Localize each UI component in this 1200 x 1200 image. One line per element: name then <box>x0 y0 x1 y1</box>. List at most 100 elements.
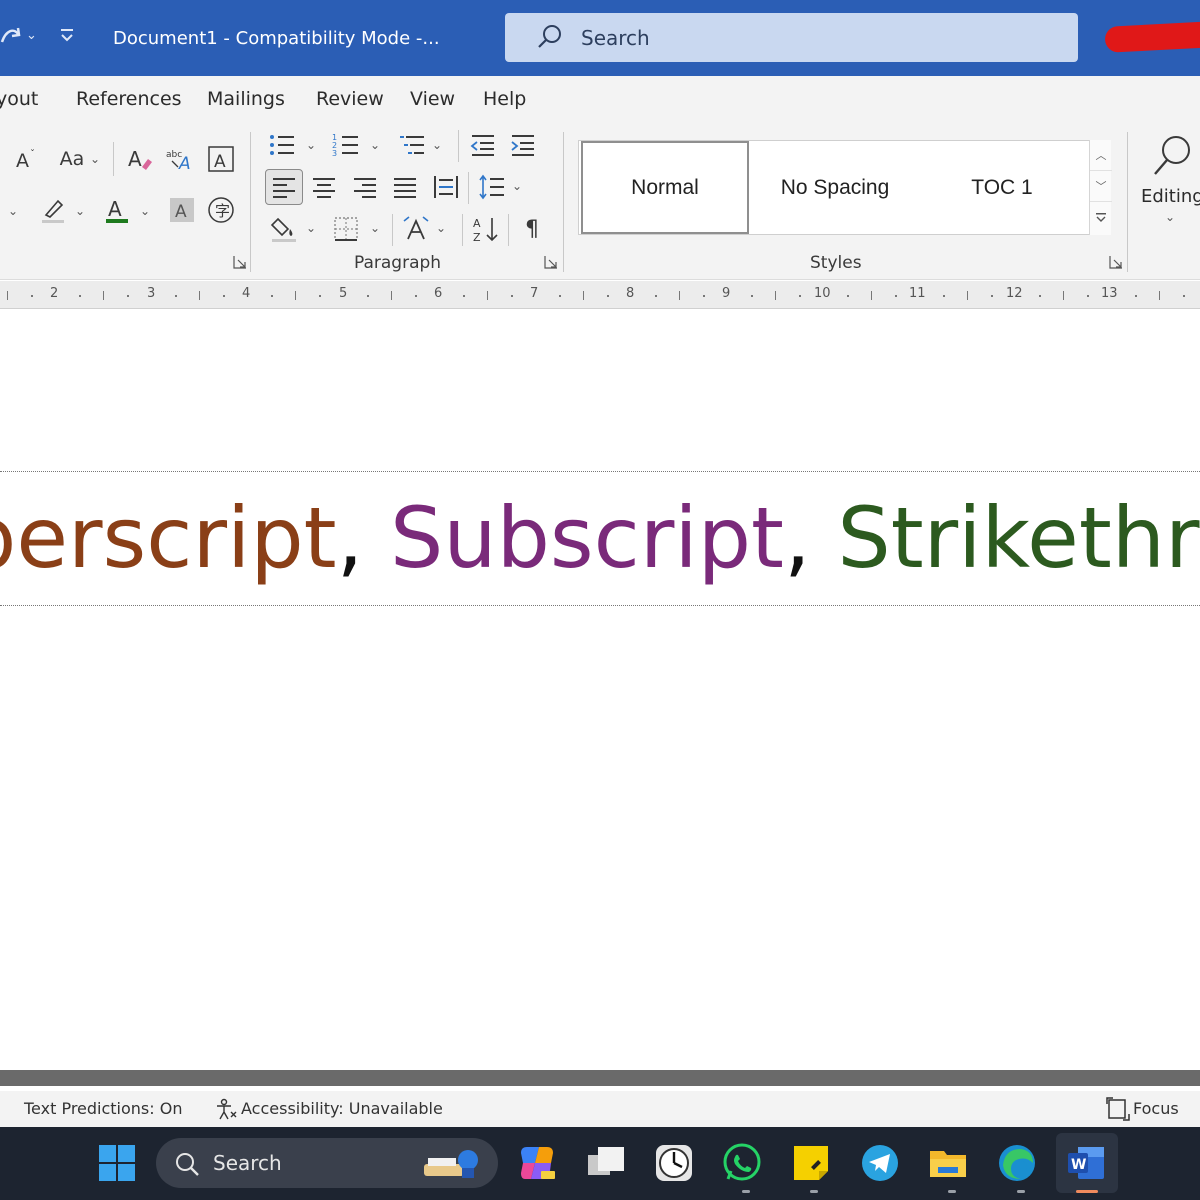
sticky-notes-icon[interactable] <box>791 1143 831 1183</box>
ruler-number: 4 <box>242 286 251 301</box>
document-page[interactable]: perscript, Subscript, Strikethro <box>0 318 1200 1070</box>
search-highlight-icon <box>418 1144 482 1188</box>
decrease-indent-icon[interactable] <box>466 130 498 160</box>
sort-icon[interactable]: AZ <box>470 213 502 245</box>
redo-icon[interactable] <box>0 22 22 55</box>
chevron-down-icon[interactable]: ⌄ <box>90 152 100 166</box>
chevron-down-icon[interactable]: ⌄ <box>306 138 316 152</box>
ruler-tick <box>199 291 200 300</box>
start-icon[interactable] <box>97 1143 137 1183</box>
text-effects-icon[interactable]: abc A <box>164 144 196 174</box>
asian-layout-icon[interactable] <box>400 213 432 245</box>
shrink-font-icon[interactable]: Aˇ <box>12 144 42 174</box>
ruler-tick <box>487 291 488 300</box>
borders-icon[interactable] <box>330 213 362 245</box>
tab-references[interactable]: References <box>76 86 182 112</box>
chevron-down-icon[interactable]: ﹀ <box>1090 171 1112 202</box>
distributed-icon[interactable] <box>430 171 462 203</box>
ruler-number: 8 <box>626 286 635 301</box>
paragraph-dialog-launcher-icon[interactable] <box>544 254 558 269</box>
chevron-down-icon[interactable]: ⌄ <box>512 179 522 193</box>
horizontal-scrollbar[interactable] <box>0 1070 1200 1086</box>
chevron-down-icon[interactable]: ⌄ <box>75 204 85 218</box>
tab-help[interactable]: Help <box>483 86 526 112</box>
chevron-up-icon[interactable]: ︿ <box>1090 140 1112 171</box>
document-title[interactable]: Document1 - Compatibility Mode -... <box>113 26 440 52</box>
character-shading-icon[interactable]: A <box>166 194 198 226</box>
chevron-down-icon[interactable]: ⌄ <box>436 221 446 235</box>
chevron-down-icon[interactable]: ⌄ <box>432 138 442 152</box>
accessibility-status[interactable]: Accessibility: Unavailable <box>241 1099 443 1119</box>
copilot-icon[interactable] <box>517 1143 557 1183</box>
chevron-down-icon[interactable]: ⌄ <box>306 221 316 235</box>
editing-label: Editing <box>1141 186 1200 207</box>
search-icon <box>535 22 565 52</box>
ruler-dot <box>31 295 33 297</box>
word-icon[interactable]: W <box>1066 1143 1106 1183</box>
style-no-spacing[interactable]: No Spacing <box>755 141 915 234</box>
focus-label[interactable]: Focus <box>1133 1099 1179 1119</box>
horizontal-ruler[interactable]: 2 3 4 5 6 7 8 9 10 11 12 13 <box>0 281 1200 309</box>
show-formatting-marks-icon[interactable]: ¶ <box>516 213 548 245</box>
character-border-icon[interactable]: A <box>205 144 237 174</box>
text-predictions-status[interactable]: Text Predictions: On <box>24 1099 182 1119</box>
chevron-down-icon[interactable]: ⌄ <box>8 204 18 218</box>
align-center-icon[interactable] <box>308 171 340 203</box>
tab-view[interactable]: View <box>410 86 455 112</box>
ruler-tick <box>679 291 680 300</box>
title-search-box[interactable]: Search <box>505 13 1078 62</box>
bullets-icon[interactable] <box>266 130 298 160</box>
font-color-icon[interactable]: A <box>100 194 134 226</box>
ruler-number: 6 <box>434 286 443 301</box>
clock-icon[interactable] <box>654 1143 694 1183</box>
focus-icon[interactable] <box>1106 1097 1130 1125</box>
word-subscript[interactable]: Subscript <box>363 489 784 587</box>
customize-toolbar-icon[interactable] <box>59 24 75 52</box>
chevron-down-icon[interactable]: ⌄ <box>140 204 150 218</box>
accessibility-icon <box>214 1098 238 1124</box>
folder-icon[interactable] <box>928 1143 968 1183</box>
word-strikethrough[interactable]: Strikethro <box>811 489 1200 587</box>
style-normal[interactable]: Normal <box>581 141 749 234</box>
svg-text:A: A <box>16 150 29 171</box>
chevron-down-icon[interactable]: ⌄ <box>26 22 37 50</box>
shading-icon[interactable] <box>268 213 300 245</box>
svg-text:3: 3 <box>332 149 337 158</box>
task-view-icon[interactable] <box>586 1143 626 1183</box>
align-left-button[interactable] <box>265 169 303 205</box>
increase-indent-icon[interactable] <box>506 130 538 160</box>
multilevel-list-icon[interactable] <box>396 130 428 160</box>
font-dialog-launcher-icon[interactable] <box>233 254 247 269</box>
justify-icon[interactable] <box>389 171 421 203</box>
word-superscript[interactable]: perscript <box>0 489 337 587</box>
document-text-line[interactable]: perscript, Subscript, Strikethro <box>0 488 1200 588</box>
editing-button[interactable]: Editing ⌄ <box>1130 130 1200 238</box>
more-styles-icon[interactable] <box>1090 202 1112 233</box>
enclose-characters-icon[interactable]: 字 <box>205 194 237 226</box>
style-toc-1[interactable]: TOC 1 <box>925 141 1079 234</box>
ruler-tick <box>295 291 296 300</box>
running-indicator <box>742 1190 750 1193</box>
tab-layout[interactable]: yout <box>0 86 38 112</box>
tab-review[interactable]: Review <box>316 86 384 112</box>
svg-text:字: 字 <box>215 202 230 220</box>
chevron-down-icon[interactable]: ⌄ <box>370 221 380 235</box>
numbering-icon[interactable]: 123 <box>330 130 362 160</box>
whatsapp-icon[interactable] <box>722 1143 762 1183</box>
styles-dialog-launcher-icon[interactable] <box>1109 254 1123 269</box>
align-right-icon[interactable] <box>349 171 381 203</box>
taskbar: Search W <box>0 1127 1200 1200</box>
edge-icon[interactable] <box>997 1143 1037 1183</box>
highlight-icon[interactable] <box>36 194 70 226</box>
svg-text:A: A <box>175 202 187 222</box>
change-case-button[interactable]: Aa <box>55 144 89 174</box>
line-spacing-icon[interactable] <box>476 171 508 203</box>
clear-formatting-icon[interactable]: A <box>124 144 156 174</box>
chevron-down-icon[interactable]: ⌄ <box>370 138 380 152</box>
taskbar-search-box[interactable]: Search <box>156 1138 498 1188</box>
comma: , <box>336 489 364 587</box>
ruler-dot <box>703 295 705 297</box>
tab-mailings[interactable]: Mailings <box>207 86 285 112</box>
ruler-tick <box>871 291 872 300</box>
telegram-icon[interactable] <box>860 1143 900 1183</box>
